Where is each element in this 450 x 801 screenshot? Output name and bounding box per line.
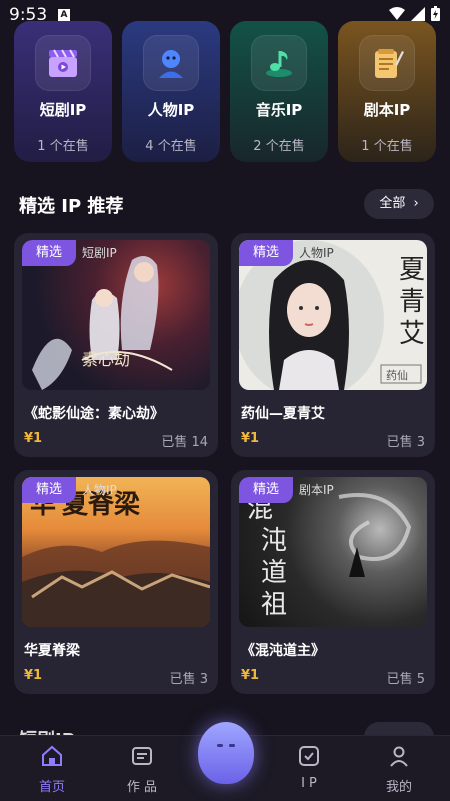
product-price: ¥1 <box>24 431 43 446</box>
product-sold-count: 已售 3 <box>386 435 425 450</box>
ip-category-list: 短剧IP 1 个在售 人物IP 4 个在售 音乐IP 2 个在售 剧本IP 1 … <box>14 21 436 162</box>
product-title: 《混沌道主》 <box>241 643 325 659</box>
svg-text:青: 青 <box>399 287 425 317</box>
svg-text:艾: 艾 <box>399 319 425 349</box>
category-script[interactable]: 剧本IP 1 个在售 <box>338 21 436 162</box>
product-price: ¥1 <box>241 431 260 446</box>
svg-text:祖: 祖 <box>261 590 287 620</box>
view-all-button[interactable]: 全部 › <box>364 189 434 219</box>
category-name: 人物IP <box>147 101 195 119</box>
nav-mine[interactable]: 我的 <box>369 744 429 795</box>
category-count: 1 个在售 <box>361 139 413 154</box>
nav-ip[interactable]: I P <box>279 744 339 791</box>
product-card[interactable]: 素心劫 精选 短剧IP 《蛇影仙途：素心劫》 ¥1 已售 14 <box>14 233 218 457</box>
nav-works-label: 作 品 <box>126 780 158 795</box>
category-name: 音乐IP <box>255 101 303 119</box>
notification-icon: A <box>58 9 70 21</box>
category-count: 4 个在售 <box>145 139 197 154</box>
product-sold-count: 已售 14 <box>161 435 208 450</box>
battery-icon <box>431 6 440 21</box>
works-icon <box>132 747 152 765</box>
featured-badge: 精选 <box>239 477 293 503</box>
product-card[interactable]: 夏 青 艾 药仙 精选 人物IP 药仙—夏青艾 ¥1 已售 3 <box>231 233 435 457</box>
chevron-right-icon: › <box>413 196 419 211</box>
product-cover-image: 素心劫 精选 短剧IP <box>22 240 210 390</box>
featured-badge: 精选 <box>239 240 293 266</box>
view-all-label: 全部 <box>379 196 406 211</box>
product-cover-image: 夏 青 艾 药仙 精选 人物IP <box>239 240 427 390</box>
person-icon <box>143 35 199 91</box>
product-title: 《蛇影仙途：素心劫》 <box>24 406 164 422</box>
category-music[interactable]: 音乐IP 2 个在售 <box>230 21 328 162</box>
svg-text:药仙: 药仙 <box>386 369 408 382</box>
clapperboard-icon <box>35 35 91 91</box>
ip-type-label: 人物IP <box>82 483 117 497</box>
section-title: 精选 IP 推荐 <box>19 196 124 217</box>
category-name: 短剧IP <box>39 101 87 119</box>
product-card[interactable]: 混 沌 道 祖 精选 剧本IP 《混沌道主》 ¥1 已售 5 <box>231 470 435 694</box>
product-sold-count: 已售 3 <box>169 672 208 687</box>
status-icons <box>389 6 440 21</box>
svg-text:沌: 沌 <box>261 526 287 556</box>
ip-type-label: 人物IP <box>299 246 334 260</box>
signal-icon <box>411 6 425 21</box>
script-icon <box>359 35 415 91</box>
user-icon <box>390 746 408 767</box>
product-card[interactable]: 夏脊梁 华 精选 人物IP 华夏脊梁 ¥1 已售 3 <box>14 470 218 694</box>
assistant-eye-left <box>217 744 223 747</box>
product-cover-image: 夏脊梁 华 精选 人物IP <box>22 477 210 627</box>
featured-badge: 精选 <box>22 240 76 266</box>
nav-home[interactable]: 首页 <box>22 744 82 795</box>
svg-text:夏: 夏 <box>399 255 425 285</box>
category-short-drama[interactable]: 短剧IP 1 个在售 <box>14 21 112 162</box>
ai-assistant-button[interactable] <box>198 722 254 784</box>
nav-mine-label: 我的 <box>385 780 412 795</box>
category-count: 2 个在售 <box>253 139 305 154</box>
product-title: 华夏脊梁 <box>24 643 80 659</box>
nav-works[interactable]: 作 品 <box>112 744 172 795</box>
music-note-icon <box>251 35 307 91</box>
nav-home-label: 首页 <box>38 780 65 795</box>
nav-ip-label: I P <box>301 776 317 791</box>
category-count: 1 个在售 <box>37 139 89 154</box>
product-price: ¥1 <box>241 668 260 683</box>
svg-text:道: 道 <box>261 558 287 588</box>
featured-badge: 精选 <box>22 477 76 503</box>
ip-type-label: 短剧IP <box>82 246 117 260</box>
product-title: 药仙—夏青艾 <box>241 406 325 422</box>
svg-text:素心劫: 素心劫 <box>82 350 130 369</box>
category-name: 剧本IP <box>363 101 411 119</box>
checkbox-icon <box>299 746 319 766</box>
product-cover-image: 混 沌 道 祖 精选 剧本IP <box>239 477 427 627</box>
product-price: ¥1 <box>24 668 43 683</box>
product-sold-count: 已售 5 <box>386 672 425 687</box>
ip-type-label: 剧本IP <box>299 483 334 497</box>
category-character[interactable]: 人物IP 4 个在售 <box>122 21 220 162</box>
assistant-eye-right <box>229 744 235 747</box>
wifi-icon <box>389 6 405 20</box>
home-icon <box>42 745 62 766</box>
